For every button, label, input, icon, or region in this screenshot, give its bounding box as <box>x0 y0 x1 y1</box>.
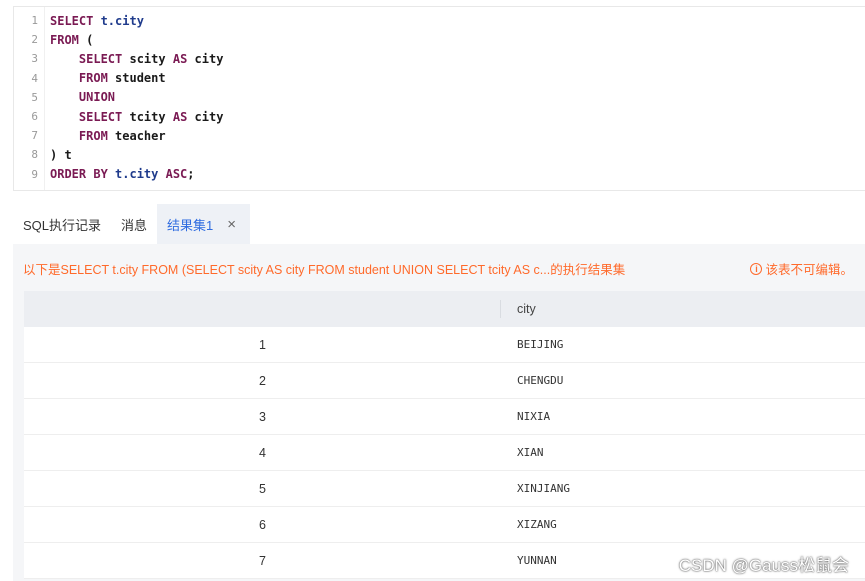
table-row[interactable]: 4 XIAN <box>24 435 865 471</box>
table-row[interactable]: 6 XIZANG <box>24 507 865 543</box>
code-line[interactable]: 7 FROM teacher <box>14 126 166 145</box>
close-icon[interactable]: × <box>227 216 236 233</box>
line-number: 3 <box>31 52 38 66</box>
tab-sql-history-label: SQL执行记录 <box>23 217 102 233</box>
info-icon: i <box>750 262 763 275</box>
code-token: SELECT <box>50 109 130 124</box>
tab-result-set-1[interactable]: 结果集1 × <box>157 204 251 244</box>
code-text: FROM teacher <box>44 129 166 143</box>
row-number: 2 <box>259 374 266 388</box>
table-row[interactable]: 3 NIXIA <box>24 399 865 435</box>
code-token: student <box>115 71 166 86</box>
code-token: SELECT <box>50 51 130 66</box>
code-token: teacher <box>115 128 166 143</box>
code-text: SELECT t.city <box>44 14 144 28</box>
column-divider[interactable] <box>500 300 501 318</box>
result-notice: 以下是SELECT t.city FROM (SELECT scity AS c… <box>23 263 626 277</box>
tab-result-set-1-label: 结果集1 <box>167 217 214 233</box>
table-body: 1 BEIJING 2 CHENGDU 3 NIXIA 4 XIAN 5 XINJIANG 6 XIZ… <box>24 327 865 579</box>
code-token: UNION <box>50 90 116 105</box>
code-token: scity <box>129 51 173 66</box>
readonly-text: 该表不可编辑。 <box>765 263 853 277</box>
code-line[interactable]: 4 FROM student <box>14 69 166 88</box>
code-line[interactable]: 9 ORDER BY t.city ASC; <box>14 165 195 184</box>
code-token: AS <box>172 51 195 66</box>
row-number: 6 <box>259 518 266 532</box>
code-line[interactable]: 8 ) t <box>14 145 72 164</box>
row-number: 3 <box>259 410 266 424</box>
code-line[interactable]: 5 UNION <box>14 88 115 107</box>
cell-city[interactable]: CHENGDU <box>517 374 563 387</box>
table-row[interactable]: 1 BEIJING <box>24 327 865 363</box>
line-number: 7 <box>31 129 38 143</box>
table-row[interactable]: 5 XINJIANG <box>24 471 865 507</box>
code-token: SELECT <box>50 13 101 28</box>
code-token: FROM <box>50 71 116 86</box>
line-number: 2 <box>31 33 38 47</box>
sql-editor[interactable]: 1 SELECT t.city 2 FROM (3 SELECT scity AS c… <box>13 6 865 191</box>
code-token: ) t <box>50 147 72 162</box>
code-token: FROM <box>50 128 116 143</box>
code-token: ORDER BY <box>50 167 116 182</box>
row-number: 7 <box>259 554 266 568</box>
code-text: ) t <box>44 148 72 162</box>
code-text: FROM ( <box>44 33 93 47</box>
line-number: 4 <box>31 71 38 85</box>
code-token: city <box>194 51 224 66</box>
code-token: AS <box>172 109 195 124</box>
line-number: 9 <box>31 167 38 181</box>
cell-city[interactable]: NIXIA <box>517 410 550 423</box>
cell-city[interactable]: XINJIANG <box>517 482 570 495</box>
cell-city[interactable]: YUNNAN <box>517 554 557 567</box>
line-number: 6 <box>31 110 38 123</box>
tab-messages[interactable]: 消息 <box>111 204 157 244</box>
code-line[interactable]: 2 FROM ( <box>14 30 93 49</box>
code-token: ASC <box>165 167 188 182</box>
code-line[interactable]: 1 SELECT t.city <box>14 11 144 30</box>
column-header-city[interactable]: city <box>517 302 536 316</box>
cell-city[interactable]: XIAN <box>517 446 544 459</box>
table-header: city <box>24 291 865 327</box>
watermark: CSDN @Gauss松鼠会 <box>678 556 849 575</box>
line-number: 8 <box>31 148 38 162</box>
table-row[interactable]: 2 CHENGDU <box>24 363 865 399</box>
code-text: SELECT scity AS city <box>44 51 224 66</box>
code-line[interactable]: 3 SELECT scity AS city <box>14 49 223 68</box>
code-token: t.city <box>115 167 166 182</box>
cell-city[interactable]: BEIJING <box>517 338 563 351</box>
code-token: FROM <box>50 32 87 47</box>
code-token: city <box>194 109 224 124</box>
code-text: ORDER BY t.city ASC; <box>44 167 195 181</box>
tab-messages-label: 消息 <box>121 217 148 233</box>
line-number: 1 <box>31 14 38 27</box>
code-text: FROM student <box>44 71 166 85</box>
tab-sql-history[interactable]: SQL执行记录 <box>13 204 111 244</box>
code-token: t.city <box>100 13 144 28</box>
code-token: tcity <box>129 109 173 124</box>
cell-city[interactable]: XIZANG <box>517 518 557 531</box>
line-number: 5 <box>31 90 38 104</box>
result-tabs: SQL执行记录 消息 结果集1 × <box>13 204 251 244</box>
readonly-notice: i 该表不可编辑。 <box>750 259 853 278</box>
row-number: 5 <box>259 482 266 496</box>
code-line[interactable]: 6 SELECT tcity AS city <box>14 107 223 126</box>
code-text: UNION <box>44 90 115 104</box>
code-text: SELECT tcity AS city <box>44 109 224 124</box>
result-table: city 1 BEIJING 2 CHENGDU 3 NIXIA 4 XIAN 5 XINJIAN… <box>24 291 865 579</box>
row-number: 4 <box>259 446 266 460</box>
code-token: ( <box>86 32 94 47</box>
row-number: 1 <box>259 338 266 352</box>
code-token: ; <box>187 167 195 182</box>
